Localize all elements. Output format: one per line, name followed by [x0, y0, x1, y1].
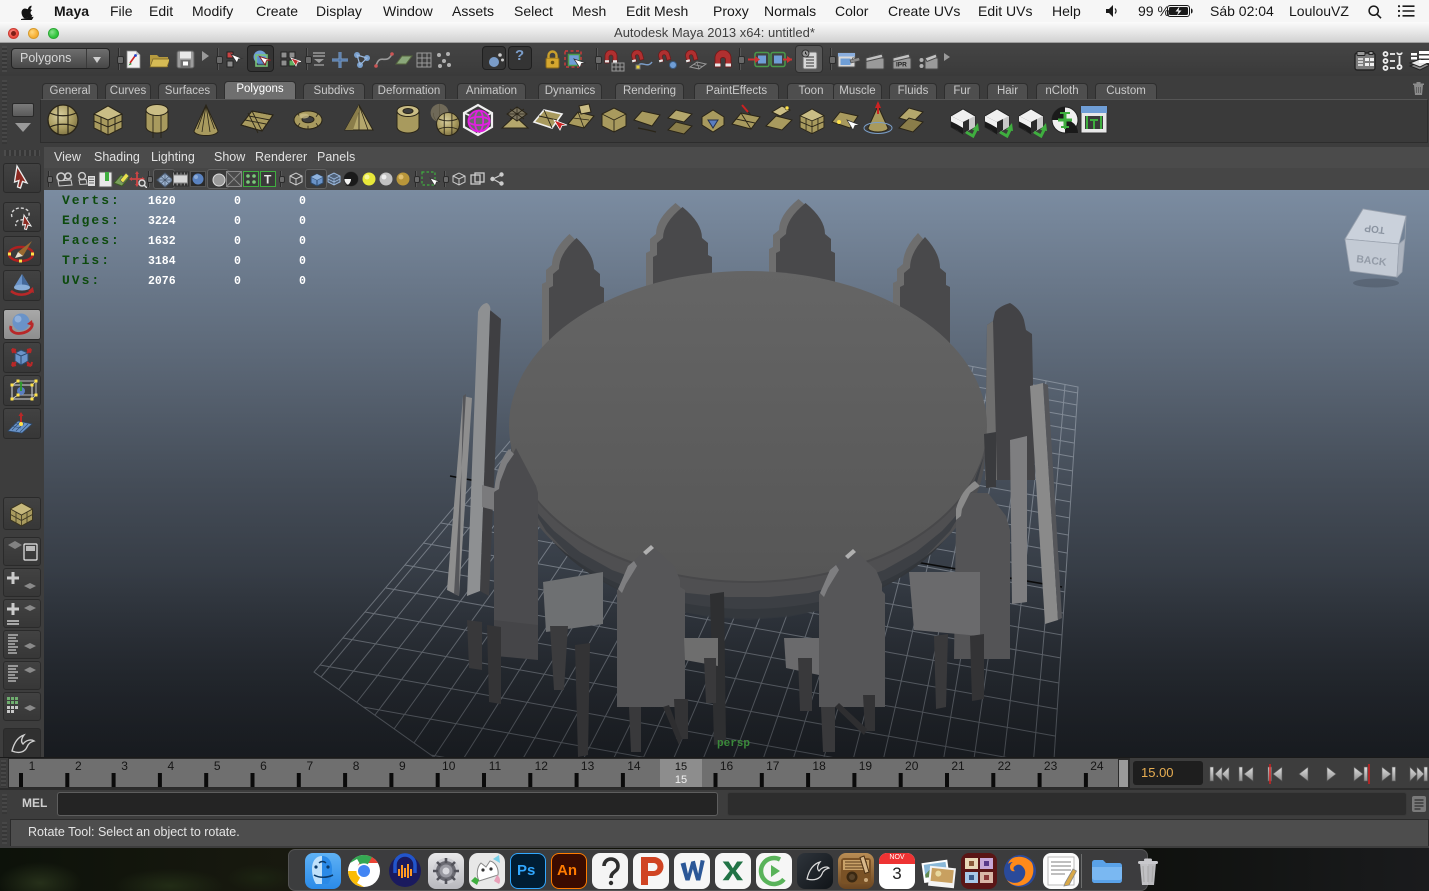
svg-text:Verts:: Verts: — [62, 193, 121, 208]
svg-text:Edges:: Edges: — [62, 213, 121, 228]
svg-text:0: 0 — [234, 195, 241, 208]
svg-text:11: 11 — [489, 759, 502, 773]
svg-text:3: 3 — [121, 759, 128, 773]
svg-text:20: 20 — [905, 759, 919, 773]
svg-text:10: 10 — [442, 759, 456, 773]
svg-text:0: 0 — [299, 195, 306, 208]
svg-text:16: 16 — [720, 759, 734, 773]
svg-text:6: 6 — [260, 759, 267, 773]
svg-text:0: 0 — [234, 255, 241, 268]
svg-text:23: 23 — [1044, 759, 1058, 773]
svg-text:3224: 3224 — [148, 215, 176, 228]
svg-text:persp: persp — [717, 738, 750, 750]
svg-text:24: 24 — [1090, 759, 1104, 773]
svg-text:Tris:: Tris: — [62, 253, 111, 268]
svg-text:1632: 1632 — [148, 235, 176, 248]
svg-text:0: 0 — [299, 215, 306, 228]
svg-text:0: 0 — [234, 275, 241, 288]
svg-text:14: 14 — [627, 759, 641, 773]
svg-text:8: 8 — [353, 759, 360, 773]
svg-text:12: 12 — [535, 759, 549, 773]
svg-text:5: 5 — [214, 759, 221, 773]
svg-text:1: 1 — [29, 759, 36, 773]
svg-text:2076: 2076 — [148, 275, 176, 288]
svg-text:0: 0 — [299, 235, 306, 248]
svg-text:1620: 1620 — [148, 195, 176, 208]
svg-text:17: 17 — [766, 759, 780, 773]
svg-text:21: 21 — [951, 759, 965, 773]
svg-text:18: 18 — [812, 759, 826, 773]
svg-text:UVs:: UVs: — [62, 273, 101, 288]
svg-text:T: T — [264, 173, 272, 187]
svg-text:2: 2 — [75, 759, 82, 773]
svg-text:0: 0 — [299, 275, 306, 288]
svg-text:4: 4 — [168, 759, 175, 773]
svg-text:22: 22 — [998, 759, 1012, 773]
svg-text:7: 7 — [306, 759, 313, 773]
svg-text:9: 9 — [399, 759, 406, 773]
svg-text:15: 15 — [675, 761, 687, 773]
svg-text:0: 0 — [299, 255, 306, 268]
svg-text:19: 19 — [859, 759, 873, 773]
svg-text:IPR: IPR — [896, 62, 907, 69]
svg-text:0: 0 — [234, 235, 241, 248]
svg-text:3184: 3184 — [148, 255, 176, 268]
svg-text:0: 0 — [234, 215, 241, 228]
svg-text:13: 13 — [581, 759, 595, 773]
svg-text:15: 15 — [675, 774, 687, 786]
svg-text:Faces:: Faces: — [62, 233, 121, 248]
